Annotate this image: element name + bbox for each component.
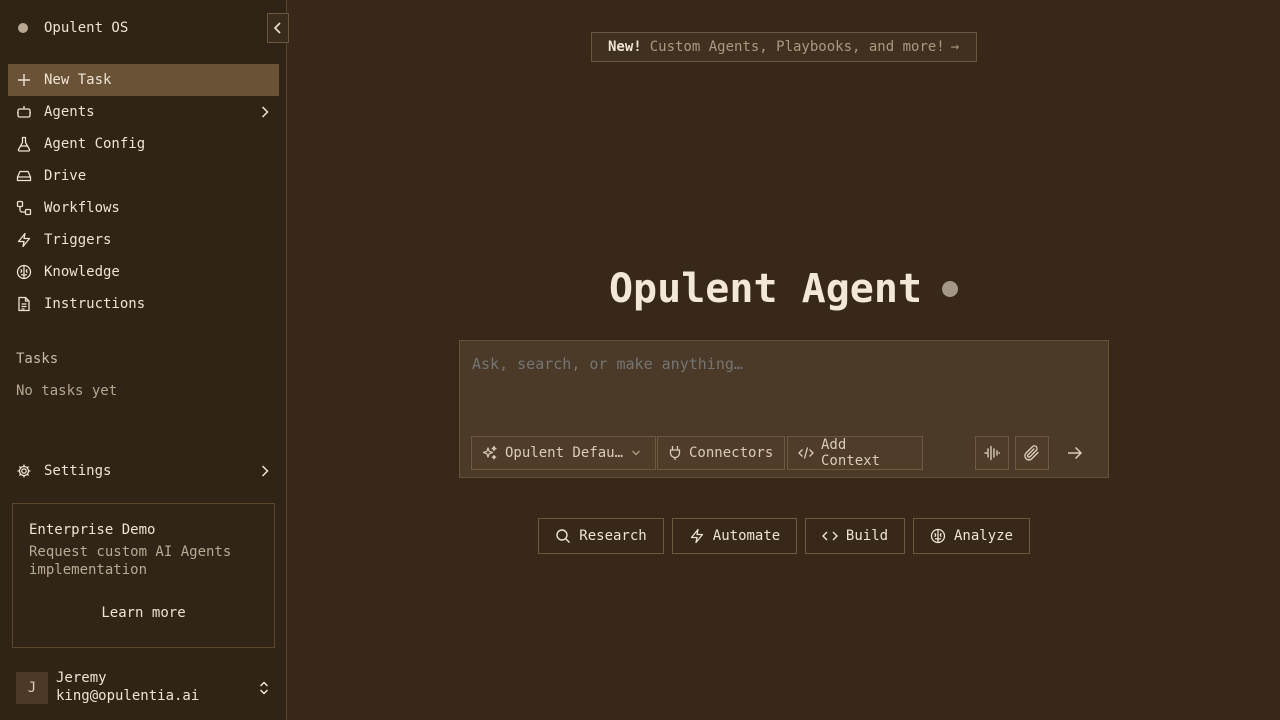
prompt-input[interactable]	[472, 355, 1096, 373]
research-label: Research	[579, 528, 647, 544]
gear-icon	[16, 463, 32, 479]
chevron-left-icon	[273, 22, 281, 34]
sidebar-item-workflows[interactable]: Workflows	[8, 192, 279, 224]
tasks-empty-state: No tasks yet	[16, 383, 118, 399]
status-dot	[942, 281, 959, 297]
chevron-right-icon	[261, 106, 269, 118]
sidebar-item-label: Workflows	[44, 200, 120, 216]
brand-logo-dot	[18, 23, 28, 33]
sidebar-item-label: Settings	[44, 463, 112, 479]
bot-icon	[16, 104, 32, 120]
prompt-composer: Opulent Defau… Connectors Add Context	[459, 340, 1109, 478]
sidebar-item-label: Agent Config	[44, 136, 146, 152]
chevron-up-down-icon	[259, 681, 269, 695]
plug-icon	[668, 445, 682, 461]
hero: Opulent Agent	[0, 266, 1280, 312]
research-button[interactable]: Research	[538, 518, 664, 554]
automate-button[interactable]: Automate	[672, 518, 797, 554]
analyze-label: Analyze	[953, 528, 1013, 544]
avatar: J	[16, 672, 48, 704]
paperclip-icon	[1024, 445, 1039, 461]
sparkles-icon	[482, 445, 498, 461]
chevron-right-icon	[261, 465, 269, 477]
arrow-right-icon	[1068, 446, 1083, 460]
lightning-icon	[16, 232, 32, 248]
sidebar-item-drive[interactable]: Drive	[8, 160, 279, 192]
hard-drive-icon	[16, 168, 32, 184]
sidebar-item-agents[interactable]: Agents	[8, 96, 279, 128]
sidebar-item-label: New Task	[44, 72, 112, 88]
search-icon	[555, 528, 571, 544]
brain-icon	[930, 528, 946, 544]
tasks-section-label: Tasks	[16, 351, 59, 367]
voice-input-button[interactable]	[975, 436, 1009, 470]
user-menu[interactable]: J Jeremy king@opulentia.ai	[16, 670, 279, 706]
learn-more-link[interactable]: Learn more	[13, 605, 274, 621]
banner-badge: New!	[608, 39, 642, 55]
quick-actions: Research Automate Build Analyze	[0, 518, 1280, 554]
arrow-right-icon: →	[950, 39, 960, 55]
sidebar-item-triggers[interactable]: Triggers	[8, 224, 279, 256]
sidebar-item-agent-config[interactable]: Agent Config	[8, 128, 279, 160]
collapse-sidebar-button[interactable]	[267, 13, 289, 43]
build-label: Build	[845, 528, 889, 544]
sidebar-item-label: Triggers	[44, 232, 112, 248]
automate-label: Automate	[712, 528, 781, 544]
analyze-button[interactable]: Analyze	[913, 518, 1030, 554]
plus-icon	[16, 72, 32, 88]
add-context-button[interactable]: Add Context	[787, 436, 923, 470]
code-icon	[821, 529, 838, 543]
sidebar-item-settings[interactable]: Settings	[8, 455, 279, 487]
banner-text: Custom Agents, Playbooks, and more!	[649, 39, 945, 55]
user-email: king@opulentia.ai	[56, 688, 200, 704]
sidebar-item-new-task[interactable]: New Task	[8, 64, 279, 96]
brand[interactable]: Opulent OS	[16, 18, 128, 38]
workflow-icon	[16, 200, 32, 216]
announcement-banner[interactable]: New! Custom Agents, Playbooks, and more!…	[591, 32, 977, 62]
model-selector[interactable]: Opulent Defau…	[471, 436, 656, 470]
sidebar-item-label: Agents	[44, 104, 95, 120]
flask-icon	[16, 136, 32, 152]
build-button[interactable]: Build	[805, 518, 905, 554]
page-title: Opulent Agent	[608, 266, 923, 312]
attach-file-button[interactable]	[1015, 436, 1049, 470]
model-label: Opulent Defau…	[505, 445, 624, 461]
settings-section: Settings	[8, 455, 279, 487]
connectors-label: Connectors	[689, 445, 774, 461]
brand-name: Opulent OS	[44, 20, 129, 36]
lightning-icon	[689, 528, 705, 544]
user-name: Jeremy	[56, 670, 107, 686]
connectors-button[interactable]: Connectors	[657, 436, 785, 470]
sidebar: Opulent OS New Task Agents Agent Config	[0, 0, 289, 720]
code-icon	[798, 446, 814, 460]
send-button[interactable]	[1058, 436, 1092, 470]
add-context-label: Add Context	[821, 437, 881, 469]
chevron-down-icon	[632, 450, 641, 456]
waveform-icon	[984, 445, 1001, 461]
sidebar-item-label: Drive	[44, 168, 87, 184]
